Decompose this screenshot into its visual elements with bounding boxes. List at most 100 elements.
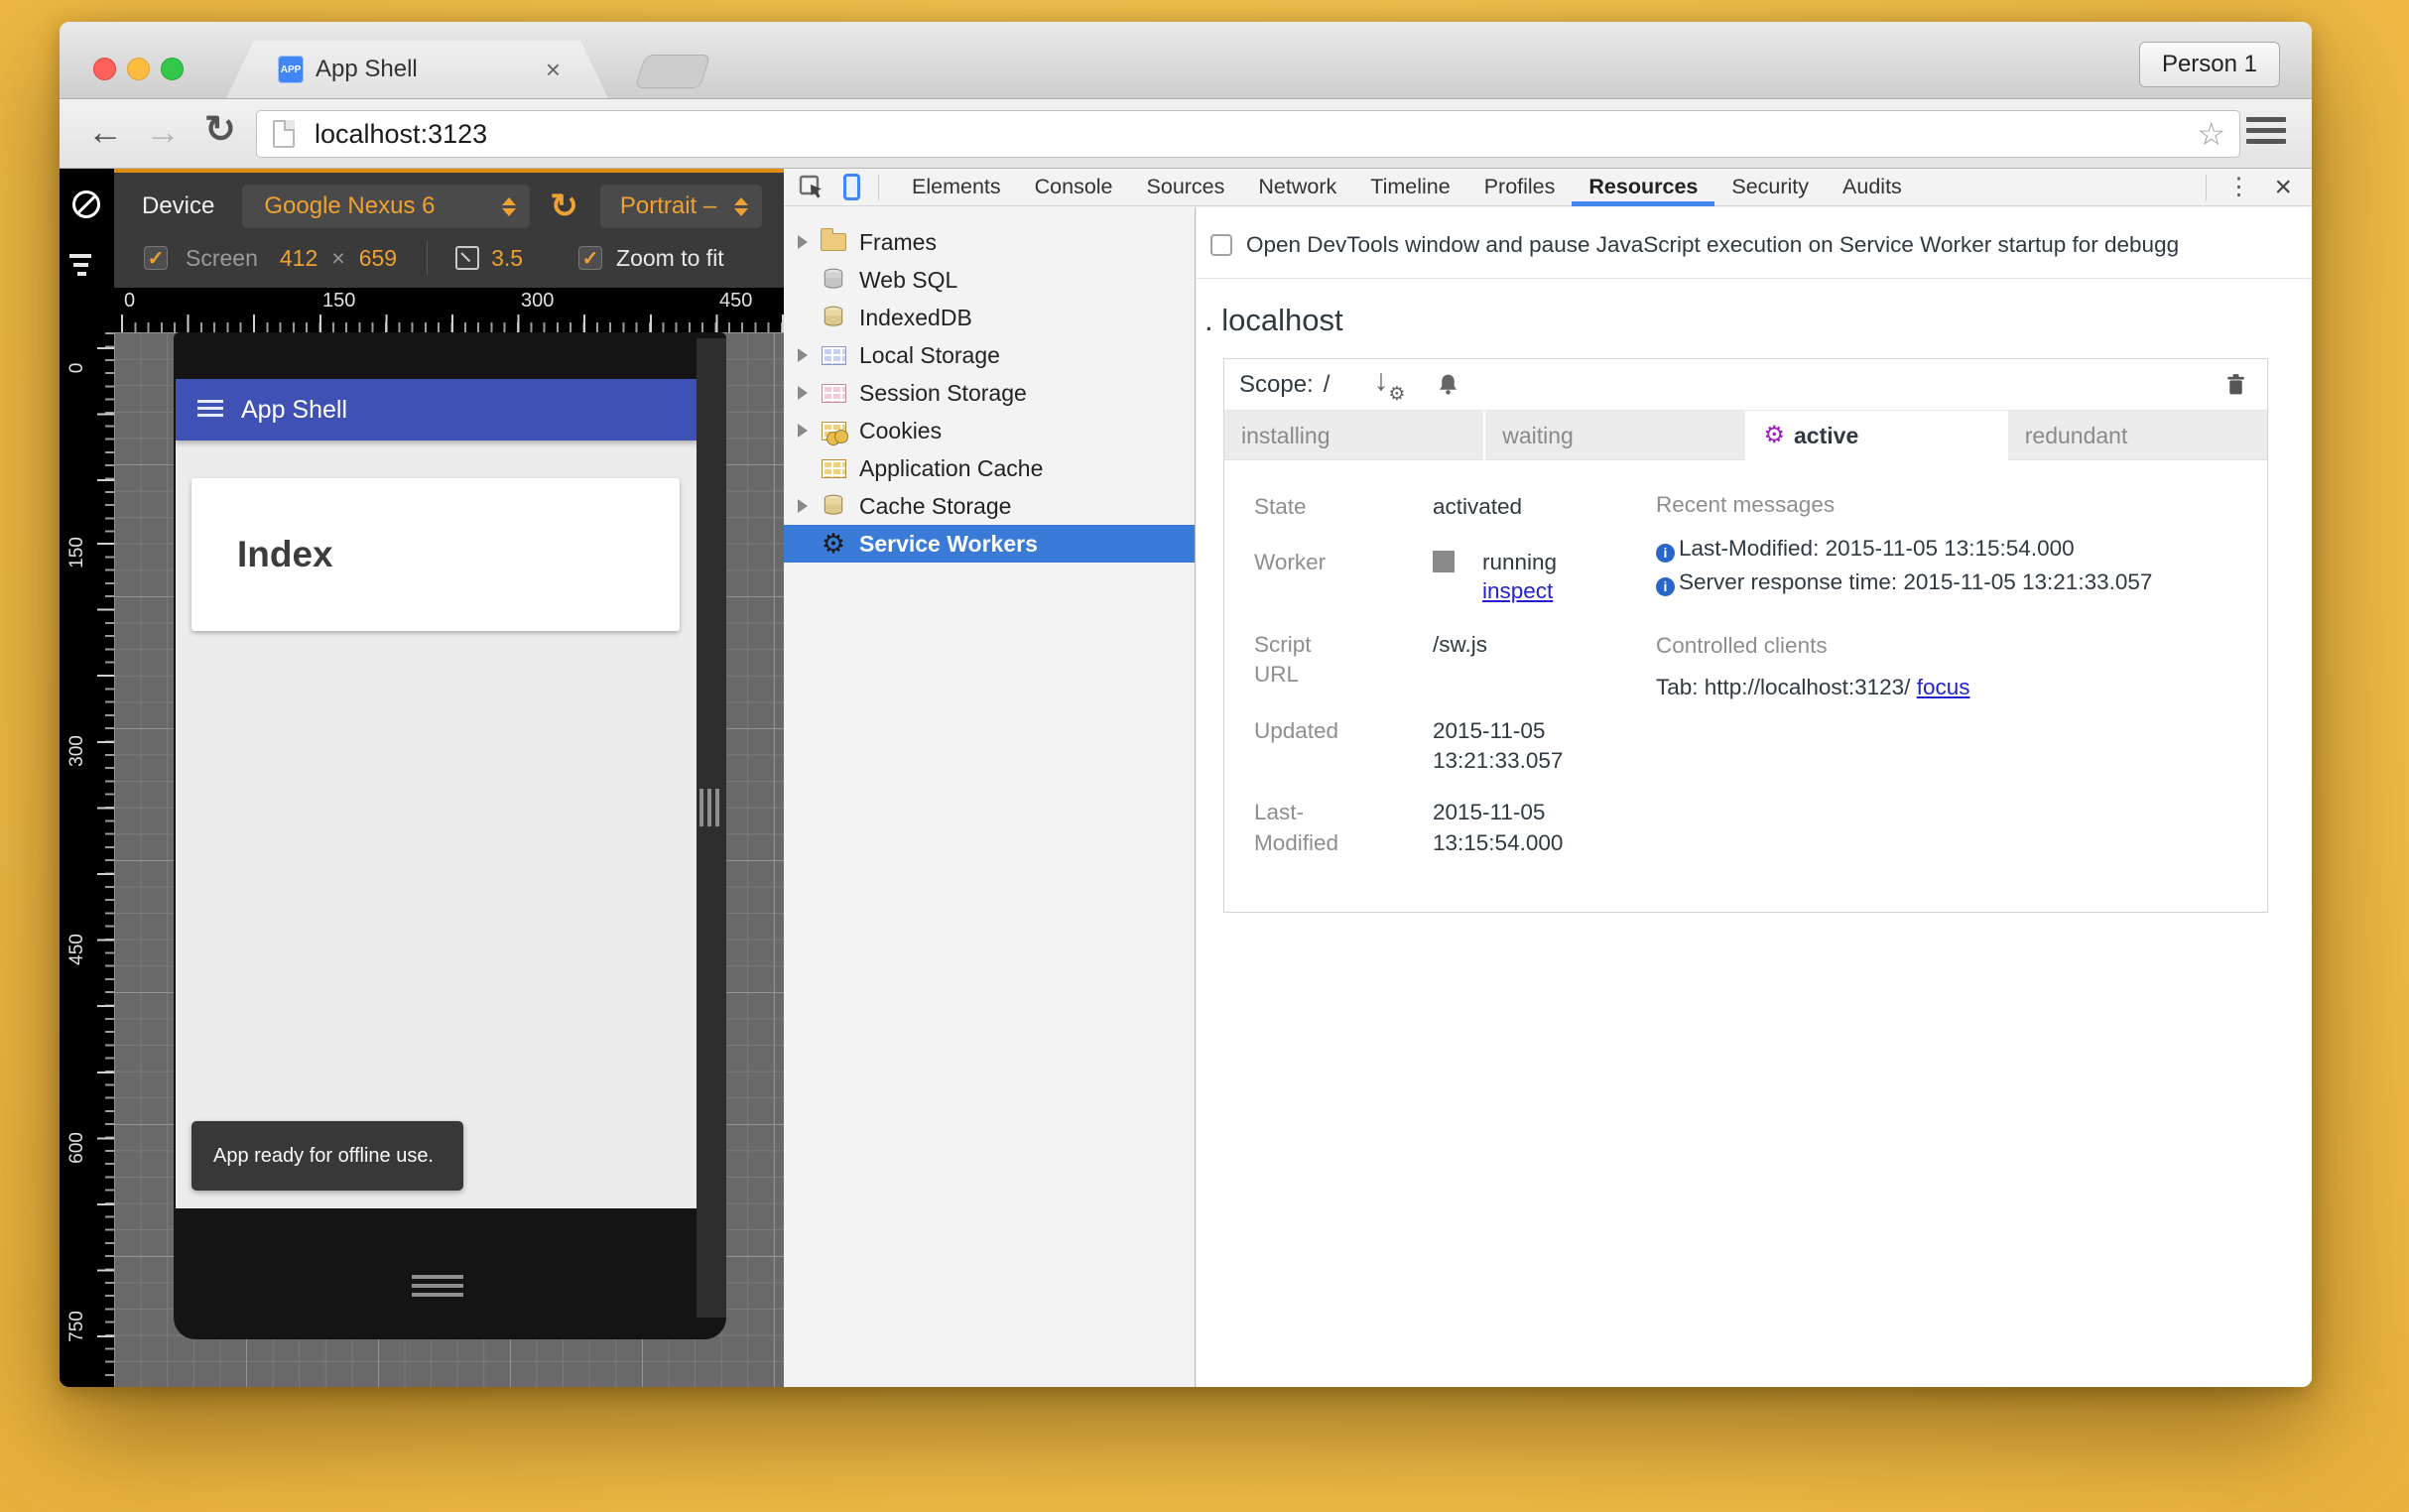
sidebar-item-web-sql[interactable]: Web SQL [784,261,1195,299]
tab-timeline[interactable]: Timeline [1353,169,1466,206]
sw-debug-label: Open DevTools window and pause JavaScrip… [1246,232,2180,257]
service-worker-card: Scope: / ↓ ⚙ installing waiting ⚙ active… [1223,358,2268,913]
origin-prefix: . [1204,303,1213,337]
sidebar-item-cookies[interactable]: Cookies [784,412,1195,449]
forward-icon[interactable]: → [145,111,181,153]
resize-height-handle[interactable] [412,1275,463,1302]
database-icon [820,492,847,520]
window-controls [93,58,184,80]
lifecycle-tab-waiting[interactable]: waiting [1485,411,1745,460]
sidebar-item-local-storage[interactable]: Local Storage [784,336,1195,374]
sw-debug-row: Open DevTools window and pause JavaScrip… [1197,207,2312,279]
sw-debug-checkbox[interactable] [1210,234,1232,256]
device-mode-icon[interactable] [843,174,860,200]
sidebar-item-service-workers[interactable]: ⚙ Service Workers [784,525,1195,563]
profile-button[interactable]: Person 1 [2138,42,2280,87]
sidebar-item-session-storage[interactable]: Session Storage [784,374,1195,412]
zoom-to-fit-label: Zoom to fit [616,244,724,271]
origin-name: localhost [1221,303,1343,337]
tab-network[interactable]: Network [1241,169,1353,206]
tab-audits[interactable]: Audits [1826,169,1919,206]
url-text[interactable]: localhost:3123 [315,119,487,150]
screen-times: × [331,244,345,271]
device-emulation-pane: 0 150 300 450 600 750 Device Google Nexu… [60,169,784,1387]
vruler-label: 150 [66,537,87,568]
hruler-label: 0 [124,290,136,312]
tab-sources[interactable]: Sources [1130,169,1242,206]
gear-icon: ⚙ [821,528,846,559]
device-select[interactable]: Google Nexus 6 [242,185,531,228]
inspect-link[interactable]: inspect [1482,578,1557,604]
focus-link[interactable]: focus [1917,675,1970,699]
screen-checkbox[interactable]: ✓ [144,246,168,270]
push-bell-icon[interactable] [1435,371,1461,398]
tab-security[interactable]: Security [1714,169,1826,206]
select-arrows-icon [502,196,517,216]
hruler-label: 450 [719,290,753,312]
screen-label: Screen [186,244,258,271]
close-window-button[interactable] [93,58,116,80]
vruler-label: 300 [66,735,87,767]
offline-toast: App ready for offline use. [191,1121,463,1191]
frame-right-strip [697,338,726,1318]
tab-title: App Shell [316,56,418,82]
screen-width-value[interactable]: 412 [280,245,317,272]
sidebar-item-cache-storage[interactable]: Cache Storage [784,487,1195,525]
orientation-select[interactable]: Portrait – [599,185,762,228]
devtools-menu-icon[interactable]: ⋮ [2211,173,2266,201]
folder-icon [820,228,847,256]
recent-message: i Last-Modified: 2015-11-05 13:15:54.000 [1656,532,2247,566]
dpr-value[interactable]: 3.5 [491,245,523,272]
horizontal-ruler: 0 150 300 450 [114,288,784,332]
worker-row: Worker running inspect [1254,550,1558,604]
tab-resources[interactable]: Resources [1572,169,1714,206]
app-header: App Shell [176,379,697,441]
media-queries-icon[interactable] [69,254,91,281]
scope-row: Scope: / ↓ ⚙ [1224,359,2267,411]
stop-worker-icon[interactable] [1433,551,1455,573]
delete-icon[interactable] [2222,371,2249,398]
device-frame: App Shell Index App ready for offline us… [174,332,726,1339]
tab-console[interactable]: Console [1018,169,1130,206]
service-worker-details: State activated Worker running inspect S… [1224,460,2267,912]
screen-height-value[interactable]: 659 [359,245,397,272]
zoom-window-button[interactable] [161,58,184,80]
resize-width-handle[interactable] [699,789,719,826]
browser-tab[interactable]: APP App Shell × [226,41,608,98]
title-bar: APP App Shell × Person 1 [60,22,2312,99]
no-throttling-icon[interactable] [72,190,100,218]
controlled-clients-heading: Controlled clients [1656,632,1828,658]
chrome-menu-icon[interactable] [2246,117,2286,150]
rotate-icon[interactable]: ↻ [550,187,578,226]
devtools-close-icon[interactable]: × [2266,171,2312,204]
minimize-window-button[interactable] [127,58,150,80]
updated-row: Updated 2015-11-05 13:21:33.057 [1254,717,1564,773]
address-bar[interactable]: localhost:3123 ☆ [256,110,2240,158]
vruler-label: 450 [66,934,87,965]
device-label: Device [142,192,215,219]
back-icon[interactable]: ← [87,111,123,153]
zoom-to-fit-checkbox[interactable]: ✓ [578,246,603,270]
lifecycle-tab-active[interactable]: ⚙ active [1746,411,2006,460]
sidebar-item-frames[interactable]: Frames [784,223,1195,261]
new-tab-button[interactable] [634,55,711,88]
devtools-panel: Elements Console Sources Network Timelin… [784,169,2312,1387]
vruler-label: 0 [66,362,87,374]
scope-value: / [1323,370,1331,398]
reload-icon[interactable]: ↻ [204,107,236,152]
last-modified-row: Last-Modified 2015-11-05 13:15:54.000 [1254,800,1564,855]
sidebar-item-application-cache[interactable]: Application Cache [784,449,1195,487]
inspect-element-icon[interactable] [798,174,825,201]
lifecycle-tab-redundant[interactable]: redundant [2007,411,2267,460]
service-workers-panel: Open DevTools window and pause JavaScrip… [1197,207,2312,1387]
tab-profiles[interactable]: Profiles [1467,169,1573,206]
app-menu-icon[interactable] [197,399,223,421]
bookmark-star-icon[interactable]: ☆ [2197,115,2225,153]
table-icon [820,379,847,407]
tab-close-icon[interactable]: × [546,57,561,82]
controlled-client: Tab: http://localhost:3123/ focus [1656,674,1970,699]
lifecycle-tab-installing[interactable]: installing [1224,411,1484,460]
sidebar-item-indexeddb[interactable]: IndexedDB [784,299,1195,336]
tab-elements[interactable]: Elements [895,169,1018,206]
update-service-worker-icon[interactable]: ↓ ⚙ [1371,364,1405,405]
